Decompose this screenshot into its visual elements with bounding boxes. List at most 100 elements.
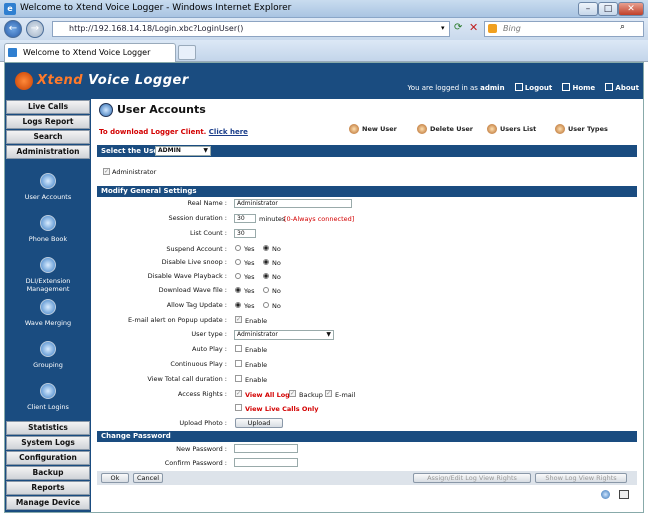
download-notice: To download Logger Client. Click here bbox=[99, 128, 248, 136]
wave-playback-no-radio[interactable] bbox=[263, 273, 269, 279]
help-icon[interactable] bbox=[601, 490, 610, 499]
search-icon[interactable]: ⌕ bbox=[620, 22, 625, 32]
logo-icon bbox=[15, 72, 33, 90]
window-title: Welcome to Xtend Voice Logger - Windows … bbox=[20, 3, 292, 13]
users-list-button[interactable]: Users List bbox=[487, 124, 536, 134]
print-icon[interactable] bbox=[619, 490, 629, 499]
nav-manage-device[interactable]: Manage Device bbox=[6, 496, 90, 510]
auto-play-checkbox[interactable] bbox=[235, 345, 242, 352]
disable-live-snoop-label: Disable Live snoop : bbox=[161, 258, 227, 266]
view-all-logs-checkbox[interactable]: ✓ bbox=[235, 390, 242, 397]
upload-photo-label: Upload Photo : bbox=[179, 419, 227, 427]
address-input[interactable]: http://192.168.14.18/Login.xbc?LoginUser… bbox=[52, 21, 450, 37]
allow-tag-yes-radio[interactable] bbox=[235, 302, 241, 308]
grouping-icon bbox=[40, 341, 56, 357]
sidebar-item-client-logins[interactable]: Client Logins bbox=[5, 381, 91, 423]
ok-button[interactable]: Ok bbox=[101, 473, 129, 483]
backup-checkbox[interactable]: ✓ bbox=[289, 390, 296, 397]
new-password-input[interactable] bbox=[234, 444, 298, 453]
list-count-input[interactable]: 30 bbox=[234, 229, 256, 238]
session-duration-label: Session duration : bbox=[168, 214, 227, 222]
administrator-checkbox[interactable]: ✓ bbox=[103, 168, 110, 175]
wave-playback-yes-radio[interactable] bbox=[235, 273, 241, 279]
total-duration-label: View Total call duration : bbox=[147, 375, 227, 383]
user-types-icon bbox=[555, 124, 565, 134]
download-wave-yes-radio[interactable] bbox=[235, 287, 241, 293]
suspend-yes-radio[interactable] bbox=[235, 245, 241, 251]
suspend-no-radio[interactable] bbox=[263, 245, 269, 251]
maximize-button[interactable]: □ bbox=[598, 2, 618, 16]
forward-button[interactable]: → bbox=[26, 20, 44, 38]
refresh-icon[interactable]: ⟳ bbox=[454, 22, 462, 33]
browser-tab[interactable]: Welcome to Xtend Voice Logger bbox=[4, 43, 176, 62]
sidebar-item-user-accounts[interactable]: User Accounts bbox=[5, 171, 91, 213]
assign-log-view-rights-button[interactable]: Assign/Edit Log View Rights bbox=[413, 473, 531, 483]
address-toolbar: ← → http://192.168.14.18/Login.xbc?Login… bbox=[0, 18, 648, 40]
user-accounts-icon bbox=[40, 173, 56, 189]
no-label: No bbox=[272, 273, 281, 281]
nav-logs-report[interactable]: Logs Report bbox=[6, 115, 90, 129]
download-link[interactable]: Click here bbox=[209, 128, 248, 136]
nav-backup[interactable]: Backup bbox=[6, 466, 90, 480]
email-label: E-mail bbox=[335, 391, 356, 399]
real-name-input[interactable]: Administrator bbox=[234, 199, 352, 208]
show-log-view-rights-button[interactable]: Show Log View Rights bbox=[535, 473, 627, 483]
main-content: User Accounts To download Logger Client.… bbox=[95, 99, 639, 512]
user-type-select[interactable]: Administrator ▼ bbox=[234, 330, 334, 340]
close-window-button[interactable]: ✕ bbox=[618, 2, 644, 16]
home-link[interactable]: Home bbox=[562, 83, 595, 92]
live-snoop-yes-radio[interactable] bbox=[235, 259, 241, 265]
sidebar-item-grouping[interactable]: Grouping bbox=[5, 339, 91, 381]
nav-statistics[interactable]: Statistics bbox=[6, 421, 90, 435]
email-alert-checkbox[interactable]: ✓ bbox=[235, 316, 242, 323]
cancel-button[interactable]: Cancel bbox=[133, 473, 163, 483]
session-duration-input[interactable]: 30 bbox=[234, 214, 256, 223]
confirm-password-input[interactable] bbox=[234, 458, 298, 467]
app-banner: Xtend Voice Logger You are logged in as … bbox=[5, 63, 643, 99]
view-live-only-checkbox[interactable] bbox=[235, 404, 242, 411]
suspend-account-label: Suspend Account : bbox=[166, 245, 227, 253]
list-count-label: List Count : bbox=[190, 229, 227, 237]
enable-label: Enable bbox=[245, 361, 268, 369]
download-wave-no-radio[interactable] bbox=[263, 287, 269, 293]
no-label: No bbox=[272, 259, 281, 267]
total-duration-checkbox[interactable] bbox=[235, 375, 242, 382]
allow-tag-no-radio[interactable] bbox=[263, 302, 269, 308]
back-button[interactable]: ← bbox=[4, 20, 22, 38]
minimize-button[interactable]: – bbox=[578, 2, 598, 16]
backup-label: Backup bbox=[299, 391, 323, 399]
user-select[interactable]: ADMIN ▼ bbox=[155, 146, 211, 156]
nav-reports[interactable]: Reports bbox=[6, 481, 90, 495]
nav-configuration[interactable]: Configuration bbox=[6, 451, 90, 465]
live-snoop-no-radio[interactable] bbox=[263, 259, 269, 265]
access-rights-label: Access Rights : bbox=[177, 390, 227, 398]
sidebar-item-phone-book[interactable]: Phone Book bbox=[5, 213, 91, 255]
user-types-button[interactable]: User Types bbox=[555, 124, 608, 134]
upload-button[interactable]: Upload bbox=[235, 418, 283, 428]
nav-administration[interactable]: Administration bbox=[6, 145, 90, 159]
general-settings-header: Modify General Settings bbox=[97, 186, 637, 197]
delete-user-button[interactable]: Delete User bbox=[417, 124, 473, 134]
page-title: User Accounts bbox=[117, 103, 206, 116]
email-checkbox[interactable]: ✓ bbox=[325, 390, 332, 397]
logout-link[interactable]: Logout bbox=[514, 83, 552, 92]
page-icon bbox=[8, 48, 17, 57]
yes-label: Yes bbox=[244, 245, 255, 253]
nav-live-calls[interactable]: Live Calls bbox=[6, 100, 90, 114]
new-tab-button[interactable] bbox=[178, 45, 196, 60]
yes-label: Yes bbox=[244, 302, 255, 310]
nav-system-logs[interactable]: System Logs bbox=[6, 436, 90, 450]
no-label: No bbox=[272, 245, 281, 253]
about-link[interactable]: About bbox=[605, 83, 639, 92]
change-password-header: Change Password bbox=[97, 431, 637, 442]
new-user-button[interactable]: New User bbox=[349, 124, 397, 134]
window-titlebar: e Welcome to Xtend Voice Logger - Window… bbox=[0, 0, 648, 18]
enable-label: Enable bbox=[245, 346, 268, 354]
continuous-play-checkbox[interactable] bbox=[235, 360, 242, 367]
logo: Xtend Voice Logger bbox=[15, 70, 195, 92]
dropdown-icon[interactable]: ▾ bbox=[441, 24, 445, 32]
stop-icon[interactable]: ✕ bbox=[469, 21, 478, 34]
nav-search[interactable]: Search bbox=[6, 130, 90, 144]
sidebar-item-extension-management[interactable]: DLI/Extension Management bbox=[5, 255, 91, 297]
sidebar-item-wave-merging[interactable]: Wave Merging bbox=[5, 297, 91, 339]
